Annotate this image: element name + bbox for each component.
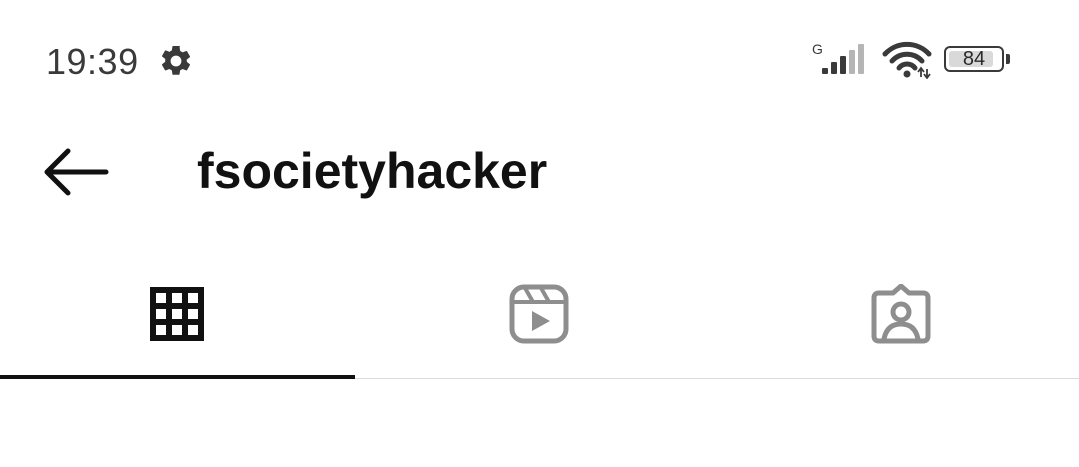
status-time: 19:39 xyxy=(46,41,139,82)
reels-icon xyxy=(509,284,569,344)
tab-tagged[interactable] xyxy=(720,262,1079,378)
grid-icon xyxy=(150,287,204,341)
wifi-icon xyxy=(882,41,932,79)
profile-tab-bar xyxy=(0,262,1079,380)
selected-tab-indicator xyxy=(0,375,355,379)
battery-level: 84 xyxy=(962,48,986,70)
cellular-signal-icon: G xyxy=(812,41,864,74)
tab-reels[interactable] xyxy=(360,262,720,378)
tab-posts-grid[interactable] xyxy=(0,262,355,378)
page-title: fsocietyhacker xyxy=(197,143,548,199)
back-button[interactable] xyxy=(40,142,112,202)
tagged-person-icon xyxy=(871,284,931,344)
gear-icon xyxy=(161,45,191,75)
network-type-label: G xyxy=(812,41,823,57)
battery-tip xyxy=(1006,54,1010,64)
arrow-left-icon xyxy=(44,148,109,196)
status-bar: 19:39 G 84 xyxy=(0,0,1079,120)
battery-icon: 84 xyxy=(944,46,1010,74)
